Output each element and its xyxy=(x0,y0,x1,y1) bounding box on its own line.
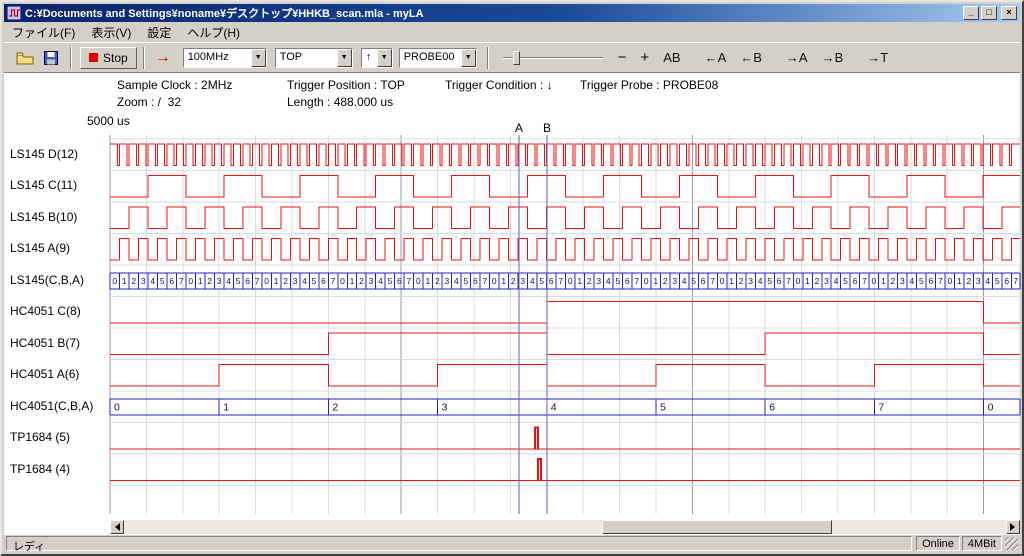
channel-label: HC4051 C(8) xyxy=(10,304,81,318)
trigger-position-info: Trigger Position : TOP xyxy=(287,78,405,92)
trigger-probe-select[interactable]: PROBE00 ▼ xyxy=(399,48,477,68)
menu-help[interactable]: ヘルプ(H) xyxy=(179,22,248,43)
stop-button[interactable]: Stop xyxy=(80,47,137,69)
title-bar[interactable]: C:¥Documents and Settings¥noname¥デスクトップ¥… xyxy=(4,4,1020,22)
channel-label: TP1684 (4) xyxy=(10,462,70,476)
trigger-position-value: TOP xyxy=(276,49,337,67)
zoom-info: Zoom : / 32 xyxy=(117,95,181,109)
channel-label: HC4051 A(6) xyxy=(10,367,79,381)
app-window: C:¥Documents and Settings¥noname¥デスクトップ¥… xyxy=(0,0,1024,556)
goto-marker-a-left-button[interactable]: ←A xyxy=(700,48,732,67)
toolbar-separator xyxy=(487,47,489,69)
run-arrow-icon: → xyxy=(155,49,171,67)
save-floppy-icon xyxy=(44,51,58,65)
horizontal-scrollbar[interactable] xyxy=(110,520,1020,534)
scrollbar-thumb[interactable] xyxy=(602,520,832,534)
stop-label: Stop xyxy=(103,51,128,65)
scroll-left-button[interactable] xyxy=(110,520,124,534)
channel-label: LS145 C(11) xyxy=(10,178,77,192)
zoom-out-button[interactable]: − xyxy=(613,47,632,68)
maximize-button[interactable]: □ xyxy=(981,6,997,20)
toolbar-separator xyxy=(70,47,72,69)
chevron-down-icon[interactable]: ▼ xyxy=(461,49,476,67)
sample-clock-info: Sample Clock : 2MHz xyxy=(117,78,232,92)
chevron-down-icon[interactable]: ▼ xyxy=(377,49,392,67)
trigger-edge-select[interactable]: ↑ ▼ xyxy=(361,48,393,68)
trigger-probe-value: PROBE00 xyxy=(400,49,461,67)
time-scale-label: 5000 us xyxy=(87,114,130,128)
trigger-condition-info: Trigger Condition : ↓ xyxy=(445,78,553,92)
triangle-right-icon xyxy=(1010,523,1019,531)
channel-label: HC4051(C,B,A) xyxy=(10,399,93,413)
goto-marker-b-left-button[interactable]: ←B xyxy=(735,48,767,67)
chevron-down-icon[interactable]: ▼ xyxy=(337,49,352,67)
trigger-edge-value: ↑ xyxy=(362,49,377,67)
close-button[interactable]: × xyxy=(1001,6,1017,20)
open-button[interactable] xyxy=(12,47,38,69)
menu-file[interactable]: ファイル(F) xyxy=(4,22,83,43)
status-online-badge: Online xyxy=(916,536,960,551)
channel-label: LS145 B(10) xyxy=(10,210,77,224)
run-button[interactable]: → xyxy=(151,47,175,69)
menu-view[interactable]: 表示(V) xyxy=(83,22,139,43)
goto-trigger-button[interactable]: →T xyxy=(862,48,893,67)
toolbar-separator xyxy=(143,47,145,69)
ab-span-button[interactable]: AB xyxy=(658,48,685,67)
toolbar: Stop → 100MHz ▼ TOP ▼ ↑ ▼ PROBE00 ▼ − + … xyxy=(4,42,1020,72)
goto-marker-b-right-button[interactable]: →B xyxy=(817,48,849,67)
channel-label: LS145 D(12) xyxy=(10,147,78,161)
sample-clock-select[interactable]: 100MHz ▼ xyxy=(183,48,267,68)
zoom-slider[interactable] xyxy=(503,48,603,68)
sample-clock-value: 100MHz xyxy=(184,49,251,67)
length-info: Length : 488.000 us xyxy=(287,95,393,109)
save-button[interactable] xyxy=(38,47,64,69)
channel-label: LS145 A(9) xyxy=(10,241,70,255)
window-title: C:¥Documents and Settings¥noname¥デスクトップ¥… xyxy=(25,5,961,21)
client-area xyxy=(4,72,1020,534)
channel-label: LS145(C,B,A) xyxy=(10,273,84,287)
status-memory-badge: 4MBit xyxy=(962,536,1002,551)
menu-settings[interactable]: 設定 xyxy=(139,22,179,43)
status-bar: レディ Online 4MBit xyxy=(4,534,1020,552)
trigger-probe-info: Trigger Probe : PROBE08 xyxy=(580,78,718,92)
menu-bar: ファイル(F) 表示(V) 設定 ヘルプ(H) xyxy=(4,22,1020,42)
scroll-right-button[interactable] xyxy=(1006,520,1020,534)
trigger-position-select[interactable]: TOP ▼ xyxy=(275,48,353,68)
triangle-left-icon xyxy=(111,523,120,531)
channel-label: TP1684 (5) xyxy=(10,430,70,444)
open-folder-icon xyxy=(16,51,34,65)
goto-marker-a-right-button[interactable]: →A xyxy=(781,48,813,67)
zoom-in-button[interactable]: + xyxy=(635,47,654,68)
channel-label: HC4051 B(7) xyxy=(10,336,80,350)
zoom-slider-thumb[interactable] xyxy=(513,51,520,65)
chevron-down-icon[interactable]: ▼ xyxy=(251,49,266,67)
stop-square-icon xyxy=(89,53,98,62)
status-ready-text: レディ xyxy=(6,536,912,551)
app-icon xyxy=(7,6,21,20)
resize-grip[interactable] xyxy=(1005,537,1018,550)
minimize-button[interactable]: _ xyxy=(963,6,979,20)
